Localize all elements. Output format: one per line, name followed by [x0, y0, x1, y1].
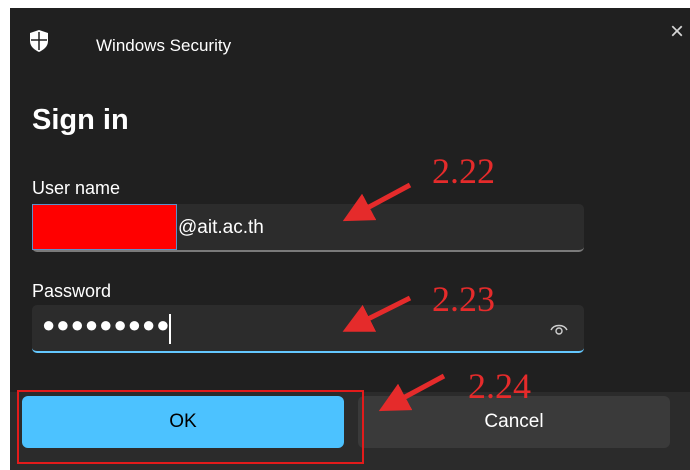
text-caret [169, 314, 171, 344]
shield-icon [30, 30, 48, 52]
annotation-step-username: 2.22 [432, 151, 495, 191]
username-field[interactable]: @ait.ac.th [32, 204, 584, 252]
annotation-step-ok: 2.24 [468, 366, 531, 406]
redacted-username-box [32, 204, 177, 250]
close-button[interactable]: × [670, 20, 690, 44]
password-field[interactable]: ●●●●●●●●● [32, 305, 584, 353]
password-masked-text: ●●●●●●●●● [42, 312, 171, 337]
window-title: Windows Security [96, 36, 232, 55]
ok-highlight-box [17, 390, 364, 464]
page-title: Sign in [32, 104, 129, 136]
title-bar: Windows Security × [10, 8, 690, 80]
annotation-step-password: 2.23 [432, 279, 495, 319]
username-label: User name [32, 178, 121, 198]
eye-icon[interactable] [550, 320, 568, 338]
password-label: Password [32, 281, 112, 301]
username-domain-text: @ait.ac.th [178, 217, 264, 238]
